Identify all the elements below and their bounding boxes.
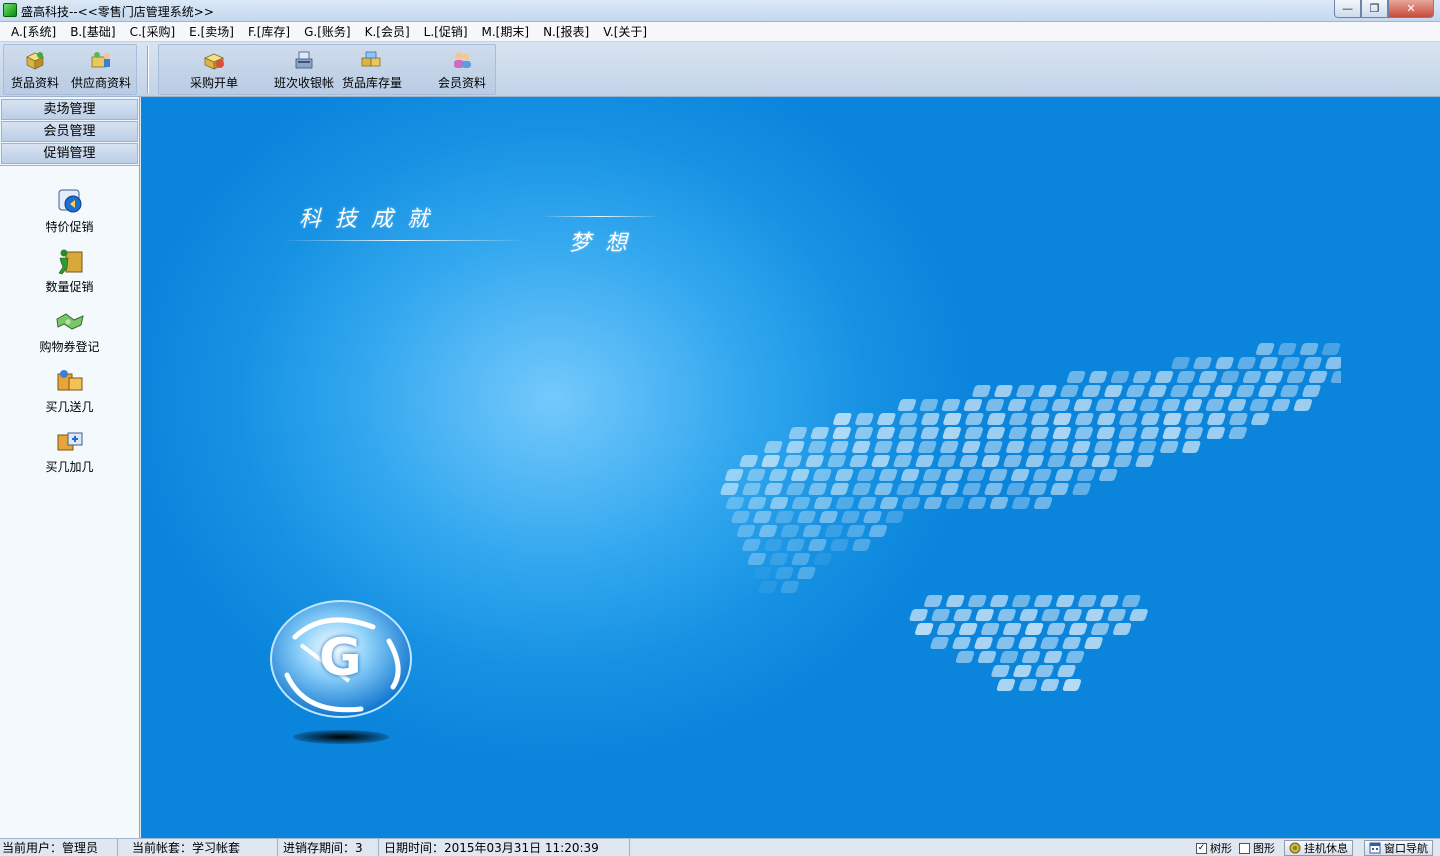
hangup-area: 挂机休息 xyxy=(1284,840,1353,856)
menu-about[interactable]: V.[关于] xyxy=(596,23,654,40)
status-bar: 当前用户：管理员 当前帐套：学习帐套 进销存期间：3 日期时间：2015年03月… xyxy=(0,838,1440,856)
goods-stock-button[interactable]: 货品库存量 xyxy=(340,46,404,94)
slogan-bottom: 梦 想 xyxy=(569,231,627,256)
logo-letter: G xyxy=(319,628,362,688)
menu-promotion[interactable]: L.[促销] xyxy=(417,23,475,40)
sidebar-item-coupon[interactable]: 购物券登记 xyxy=(0,306,139,362)
world-map-graphic xyxy=(720,343,1341,691)
member-info-label: 会员资料 xyxy=(437,76,486,90)
window-nav-button[interactable]: 窗口导航 xyxy=(1364,840,1433,856)
menu-purchase[interactable]: C.[采购] xyxy=(123,23,183,40)
purchase-order-button[interactable]: 采购开单 xyxy=(186,46,242,94)
menu-bar: A.[系统] B.[基础] C.[采购] E.[卖场] F.[库存] G.[账务… xyxy=(0,22,1440,42)
window-title: 盛高科技--<<零售门店管理系统>> xyxy=(21,5,214,19)
sidebar-header-member[interactable]: 会员管理 xyxy=(1,121,138,142)
sidebar-item-buy-get[interactable]: 买几送几 xyxy=(0,366,139,422)
sidebar-item-label: 买几加几 xyxy=(45,460,94,474)
slogan-overline xyxy=(541,216,661,217)
status-datetime: 日期时间：2015年03月31日 11:20:39 xyxy=(382,839,630,856)
tree-label: 树形 xyxy=(1210,842,1232,855)
sidebar: 卖场管理 会员管理 促销管理 特价促销 数量促销 购物券登记 买几送几 买几加几 xyxy=(0,97,140,838)
buy-add-icon xyxy=(57,432,82,451)
slogan-underline xyxy=(281,240,526,241)
menu-basic[interactable]: B.[基础] xyxy=(63,23,122,40)
toolbar-separator xyxy=(147,46,149,93)
special-price-icon xyxy=(58,189,81,213)
app-icon xyxy=(3,3,17,17)
sidebar-item-label: 购物券登记 xyxy=(39,340,100,354)
tree-view-toggle[interactable]: ✓ 树形 xyxy=(1196,840,1232,856)
slogan-top: 科 技 成 就 xyxy=(299,207,429,232)
goods-info-button[interactable]: 货品资料 xyxy=(8,46,62,94)
main-workspace: 科 技 成 就 梦 想 G xyxy=(141,97,1440,838)
sidebar-item-label: 买几送几 xyxy=(45,400,94,414)
status-current-account: 当前帐套：学习帐套 xyxy=(130,839,278,856)
sidebar-item-buy-add[interactable]: 买几加几 xyxy=(0,426,139,482)
menu-inventory[interactable]: F.[库存] xyxy=(241,23,297,40)
menu-system[interactable]: A.[系统] xyxy=(4,23,63,40)
hangup-icon xyxy=(1289,842,1301,854)
coupon-icon xyxy=(55,313,84,330)
shift-cashier-label: 班次收银帐 xyxy=(273,76,334,90)
hangup-label: 挂机休息 xyxy=(1304,842,1348,855)
sidebar-item-special-price[interactable]: 特价促销 xyxy=(0,186,139,242)
menu-accounts[interactable]: G.[账务] xyxy=(297,23,357,40)
hangup-button[interactable]: 挂机休息 xyxy=(1284,840,1353,856)
member-info-button[interactable]: 会员资料 xyxy=(434,46,490,94)
restore-button[interactable]: ❐ xyxy=(1361,0,1388,18)
supplier-icon xyxy=(91,52,110,68)
graph-view-toggle[interactable]: 图形 xyxy=(1239,840,1275,856)
menu-member[interactable]: K.[会员] xyxy=(358,23,417,40)
nav-area: 窗口导航 xyxy=(1364,840,1433,856)
minimize-button[interactable]: — xyxy=(1334,0,1361,18)
status-period: 进销存期间：3 xyxy=(281,839,379,856)
sidebar-item-quantity-promo[interactable]: 数量促销 xyxy=(0,246,139,302)
window-controls: — ❐ ✕ xyxy=(1334,0,1434,18)
sidebar-item-label: 特价促销 xyxy=(45,220,94,234)
goods-stock-label: 货品库存量 xyxy=(341,76,402,90)
menu-store[interactable]: E.[卖场] xyxy=(182,23,241,40)
window-nav-icon xyxy=(1369,842,1381,854)
graph-label: 图形 xyxy=(1253,842,1275,855)
menu-reports[interactable]: N.[报表] xyxy=(536,23,596,40)
goods-info-label: 货品资料 xyxy=(10,76,59,90)
sidebar-header-store[interactable]: 卖场管理 xyxy=(1,99,138,120)
supplier-info-label: 供应商资料 xyxy=(70,76,131,90)
toolbar: 货品资料 供应商资料 采购开单 班次收银帐 货品库存量 会员资料 xyxy=(0,42,1440,97)
cashier-icon xyxy=(295,51,313,69)
quantity-promo-icon xyxy=(58,249,82,275)
graph-checkbox[interactable] xyxy=(1239,842,1250,854)
purchase-order-icon xyxy=(204,53,224,70)
inventory-icon xyxy=(361,51,381,67)
close-button[interactable]: ✕ xyxy=(1388,0,1434,18)
status-current-user: 当前用户：管理员 xyxy=(0,839,118,856)
sidebar-header-promotion[interactable]: 促销管理 xyxy=(1,143,138,164)
shift-cashier-button[interactable]: 班次收银帐 xyxy=(272,46,336,94)
sidebar-item-list: 特价促销 数量促销 购物券登记 买几送几 买几加几 xyxy=(0,165,139,838)
title-bar: 盛高科技--<<零售门店管理系统>> — ❐ ✕ xyxy=(0,0,1440,22)
tree-checkbox[interactable]: ✓ xyxy=(1196,842,1207,854)
purchase-order-label: 采购开单 xyxy=(189,76,238,90)
menu-period-end[interactable]: M.[期末] xyxy=(475,23,537,40)
supplier-info-button[interactable]: 供应商资料 xyxy=(68,46,134,94)
buy-get-free-icon xyxy=(57,370,82,391)
sidebar-item-label: 数量促销 xyxy=(45,280,94,294)
member-icon xyxy=(454,52,471,68)
window-nav-label: 窗口导航 xyxy=(1384,842,1428,855)
goods-box-icon xyxy=(26,52,44,70)
